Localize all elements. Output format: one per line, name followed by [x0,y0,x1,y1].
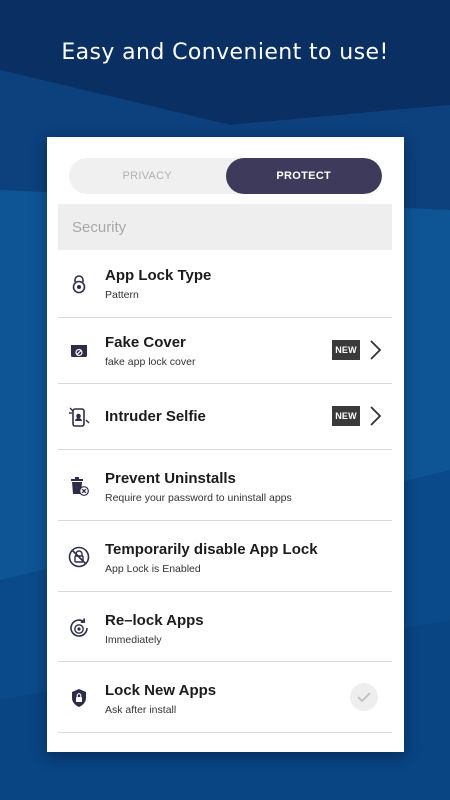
tab-protect[interactable]: PROTECT [225,158,382,194]
relock-icon [68,617,90,639]
setting-title: Re–lock Apps [105,612,204,629]
intruder-selfie-icon [68,406,90,428]
setting-relock-apps[interactable]: Re–lock Apps Immediately [58,592,392,662]
trash-icon [68,475,90,497]
setting-subtitle: Pattern [105,289,139,301]
setting-subtitle: Ask after install [105,704,177,716]
setting-disable-app-lock[interactable]: Temporarily disable App Lock App Lock is… [58,521,392,592]
new-badge: NEW [332,406,360,426]
setting-intruder-selfie[interactable]: Intruder Selfie NEW [58,384,392,450]
new-badge: NEW [332,340,360,360]
chevron-right-icon [370,406,382,426]
setting-title: Temporarily disable App Lock [105,541,318,558]
setting-subtitle: Require your password to uninstall apps [105,492,292,504]
setting-prevent-uninstalls[interactable]: Prevent Uninstalls Require your password… [58,450,392,521]
check-icon [357,692,371,703]
setting-title: Fake Cover [105,334,186,351]
disable-lock-icon [68,546,90,568]
setting-subtitle: fake app lock cover [105,356,196,368]
setting-title: App Lock Type [105,267,212,284]
setting-lock-new-apps[interactable]: Lock New Apps Ask after install [58,662,392,733]
setting-subtitle: Immediately [105,634,162,646]
settings-card: PRIVACY PROTECT Security App Lock Type P… [47,137,404,752]
tab-switcher: PRIVACY PROTECT [69,158,382,194]
shield-lock-icon [68,687,90,709]
lock-icon [68,273,90,295]
tab-privacy[interactable]: PRIVACY [69,158,226,194]
setting-title: Intruder Selfie [105,408,206,425]
settings-list: App Lock Type Pattern Fake Cover fake ap… [58,251,392,733]
fake-cover-icon [68,340,90,362]
headline: Easy and Convenient to use! [61,40,389,65]
section-header: Security [58,204,392,250]
setting-app-lock-type[interactable]: App Lock Type Pattern [58,251,392,318]
section-title: Security [72,218,127,236]
setting-title: Prevent Uninstalls [105,470,236,487]
setting-fake-cover[interactable]: Fake Cover fake app lock cover NEW [58,318,392,384]
chevron-right-icon [370,340,382,360]
lock-new-apps-checkbox[interactable] [350,683,378,711]
setting-subtitle: App Lock is Enabled [105,563,201,575]
setting-title: Lock New Apps [105,682,217,699]
